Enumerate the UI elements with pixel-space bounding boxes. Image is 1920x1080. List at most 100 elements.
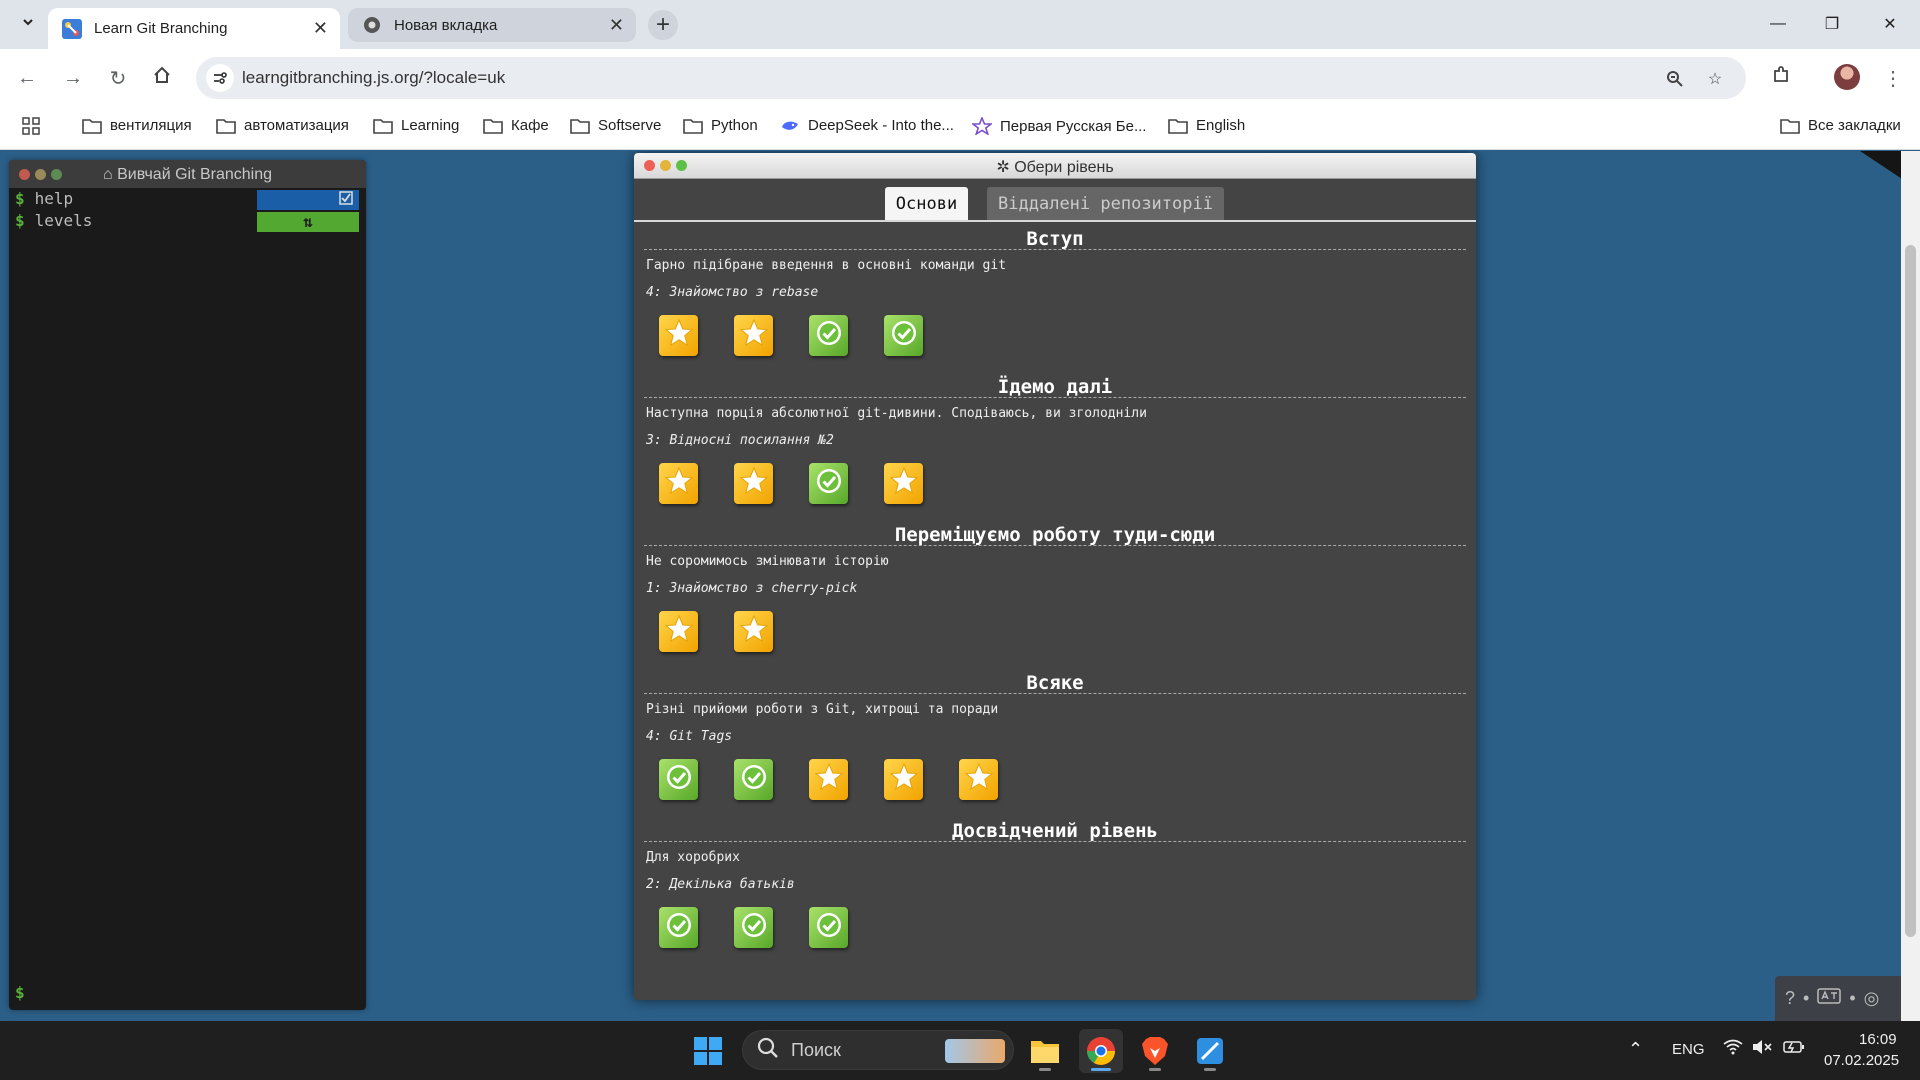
restore-button[interactable]: ❐ xyxy=(1812,10,1852,38)
checkmark-icon xyxy=(814,466,844,501)
scrollbar-thumb[interactable] xyxy=(1905,245,1916,937)
bookmark-folder[interactable]: Python xyxy=(683,117,758,134)
terminal-line-levels[interactable]: $ levels ⇅ xyxy=(9,210,366,232)
level-star-button[interactable] xyxy=(884,463,923,504)
selected-level-label: 2: Декілька батьків xyxy=(646,877,795,892)
address-bar[interactable]: learngitbranching.js.org/?locale=uk ☆ xyxy=(196,57,1746,99)
section-title: Вступ xyxy=(644,224,1466,250)
gear-icon: ✲ xyxy=(996,159,1015,176)
clock-time[interactable]: 16:09 xyxy=(1859,1031,1897,1048)
all-bookmarks-folder[interactable]: Все закладки xyxy=(1780,117,1901,134)
new-tab-button[interactable]: + xyxy=(648,10,678,40)
restore-icon: ❐ xyxy=(1824,16,1840,33)
bookmark-folder[interactable]: Learning xyxy=(373,117,459,134)
checkmark-icon xyxy=(664,910,694,945)
tab-new-tab[interactable]: Новая вкладка ✕ xyxy=(348,8,636,42)
chevron-up-icon[interactable]: ⌃ xyxy=(1628,1039,1643,1060)
level-completed-button[interactable] xyxy=(734,759,773,800)
close-icon[interactable]: ✕ xyxy=(313,18,328,39)
app-button[interactable] xyxy=(1188,1029,1232,1073)
terminal-input-prompt[interactable]: $ xyxy=(15,983,25,1002)
bookmark-folder[interactable]: Softserve xyxy=(570,117,661,134)
home-icon xyxy=(152,65,172,91)
file-explorer-button[interactable] xyxy=(1023,1029,1067,1073)
level-completed-button[interactable] xyxy=(734,907,773,948)
help-icon[interactable]: ? xyxy=(1785,988,1795,1009)
level-star-button[interactable] xyxy=(734,463,773,504)
prompt-symbol: $ xyxy=(15,189,25,208)
bookmark-link[interactable]: Первая Русская Бе... xyxy=(972,117,1146,135)
level-completed-button[interactable] xyxy=(809,315,848,356)
profile-avatar[interactable] xyxy=(1834,64,1860,90)
chrome-icon xyxy=(1087,1037,1115,1065)
page-content: ⌂ Вивчай Git Branching $ help $ levels ⇅ $ xyxy=(0,151,1920,1021)
info-icon[interactable]: ◎ xyxy=(1864,988,1880,1009)
apps-button[interactable] xyxy=(22,117,48,139)
tab-basics[interactable]: Основи xyxy=(885,187,968,220)
tab-search-button[interactable] xyxy=(14,10,42,38)
level-star-button[interactable] xyxy=(884,759,923,800)
level-completed-button[interactable] xyxy=(659,759,698,800)
level-star-button[interactable] xyxy=(809,759,848,800)
page-scrollbar[interactable] xyxy=(1901,151,1920,1021)
level-star-button[interactable] xyxy=(659,315,698,356)
folder-icon xyxy=(216,118,236,134)
speaker-muted-icon[interactable] xyxy=(1752,1039,1772,1059)
level-section: Досвідчений рівень Для хоробрих 2: Декіл… xyxy=(644,816,1466,962)
level-star-button[interactable] xyxy=(659,611,698,652)
folder-icon xyxy=(570,118,590,134)
bookmark-label: Learning xyxy=(401,117,460,134)
puzzle-icon xyxy=(1771,65,1791,91)
dialog-tabs: Основи Віддалені репозиторії xyxy=(634,179,1476,222)
brave-lion-icon xyxy=(1142,1037,1168,1065)
level-star-button[interactable] xyxy=(734,611,773,652)
close-window-button[interactable]: ✕ xyxy=(1870,10,1910,38)
language-indicator[interactable]: ENG xyxy=(1672,1041,1705,1058)
chrome-taskbar-button[interactable] xyxy=(1079,1029,1123,1073)
start-button[interactable] xyxy=(686,1029,730,1073)
bookmark-folder[interactable]: автоматизация xyxy=(216,117,349,134)
level-completed-button[interactable] xyxy=(884,315,923,356)
minimize-button[interactable]: — xyxy=(1758,10,1798,38)
command-terminal: ⌂ Вивчай Git Branching $ help $ levels ⇅ $ xyxy=(9,160,366,1010)
forward-button[interactable]: → xyxy=(58,63,88,93)
section-title: Всяке xyxy=(644,668,1466,694)
plus-icon: + xyxy=(655,11,670,38)
level-star-button[interactable] xyxy=(959,759,998,800)
windows-logo-icon xyxy=(694,1037,722,1065)
section-title: Досвідчений рівень xyxy=(644,816,1466,842)
site-settings-icon[interactable] xyxy=(206,64,234,92)
tab-remote[interactable]: Віддалені репозиторії xyxy=(987,187,1224,220)
level-star-button[interactable] xyxy=(659,463,698,504)
clock-date[interactable]: 07.02.2025 xyxy=(1824,1052,1899,1069)
battery-icon[interactable] xyxy=(1783,1039,1805,1059)
taskbar-search[interactable]: Поиск xyxy=(742,1030,1014,1070)
brave-button[interactable] xyxy=(1133,1029,1177,1073)
reload-button[interactable]: ↻ xyxy=(103,63,133,93)
star-bookmark-icon[interactable]: ☆ xyxy=(1703,67,1727,91)
home-button[interactable] xyxy=(147,63,177,93)
menu-button[interactable]: ⋮ xyxy=(1878,63,1908,93)
back-button[interactable]: ← xyxy=(12,63,42,93)
level-completed-button[interactable] xyxy=(659,907,698,948)
section-title: Переміщуємо роботу туди-сюди xyxy=(644,520,1466,546)
level-completed-button[interactable] xyxy=(809,463,848,504)
bookmark-folder[interactable]: English xyxy=(1168,117,1245,134)
bookmark-link[interactable]: DeepSeek - Into the... xyxy=(780,117,954,134)
extensions-button[interactable] xyxy=(1766,63,1796,93)
bookmark-folder[interactable]: вентиляция xyxy=(82,117,192,134)
checkmark-icon xyxy=(739,762,769,797)
level-star-button[interactable] xyxy=(734,315,773,356)
level-section: Всяке Різні прийоми роботи з Git, хитрощ… xyxy=(644,668,1466,814)
bookmark-label: Softserve xyxy=(598,117,662,134)
terminal-line-help[interactable]: $ help xyxy=(9,188,366,210)
wifi-icon[interactable] xyxy=(1723,1039,1743,1059)
tab-learn-git-branching[interactable]: Learn Git Branching ✕ xyxy=(48,8,340,49)
zoom-icon[interactable] xyxy=(1663,67,1687,91)
language-icon[interactable] xyxy=(1817,988,1842,1009)
level-completed-button[interactable] xyxy=(809,907,848,948)
star-icon xyxy=(664,318,694,353)
close-icon[interactable]: ✕ xyxy=(609,15,624,36)
bookmark-folder[interactable]: Кафе xyxy=(483,117,549,134)
star-icon xyxy=(964,762,994,797)
